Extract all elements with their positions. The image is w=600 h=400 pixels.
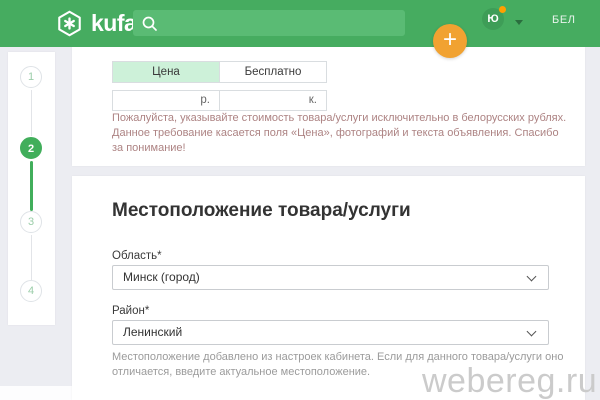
step-connector-3 — [31, 235, 32, 280]
price-rubles-input[interactable]: р. — [112, 90, 220, 111]
add-listing-button[interactable]: + — [433, 24, 467, 58]
notification-dot — [499, 6, 506, 13]
step-connector-2 — [30, 161, 33, 211]
step-3[interactable]: 3 — [20, 211, 42, 233]
step-1[interactable]: 1 — [20, 66, 42, 88]
district-select[interactable]: Ленинский — [112, 320, 549, 345]
form-step-sidebar: 1 2 3 4 — [8, 52, 55, 325]
step-connector-1 — [31, 90, 32, 136]
price-kopecks-input[interactable]: к. — [219, 90, 327, 111]
currency-notice-text: Пожалуйста, указывайте стоимость товара/… — [112, 111, 570, 156]
step-4[interactable]: 4 — [20, 280, 42, 302]
kufar-hexagon-icon — [55, 9, 84, 38]
region-label: Область* — [112, 250, 162, 262]
district-label: Район* — [112, 305, 149, 317]
tab-price[interactable]: Цена — [112, 61, 220, 83]
district-select-value: Ленинский — [123, 325, 182, 339]
chevron-down-icon[interactable] — [515, 20, 523, 25]
price-type-tabs: Цена Бесплатно — [112, 61, 327, 83]
region-select-value: Минск (город) — [123, 270, 200, 284]
search-input[interactable] — [133, 10, 405, 36]
kufar-logo[interactable]: kufar — [55, 8, 145, 38]
page-bottom-strip — [0, 386, 72, 400]
kufar-listing-form-page: kufar Ю БЕЛ + 1 2 3 4 Цена Бесплатно — [0, 0, 600, 400]
language-switcher[interactable]: БЕЛ — [552, 14, 576, 26]
region-select[interactable]: Минск (город) — [112, 265, 549, 290]
price-inputs: р. к. — [112, 90, 327, 111]
step-2-active[interactable]: 2 — [20, 137, 42, 159]
chevron-down-icon — [527, 272, 537, 282]
tab-free[interactable]: Бесплатно — [219, 61, 327, 83]
location-section-title: Местоположение товара/услуги — [112, 200, 411, 222]
watermark-text: webereg.ru — [422, 362, 597, 400]
top-nav-bar: kufar Ю БЕЛ — [0, 0, 600, 47]
search-icon — [141, 15, 158, 32]
chevron-down-icon — [527, 327, 537, 337]
price-section-card: Цена Бесплатно р. к. Пожалуйста, указыва… — [72, 47, 585, 166]
